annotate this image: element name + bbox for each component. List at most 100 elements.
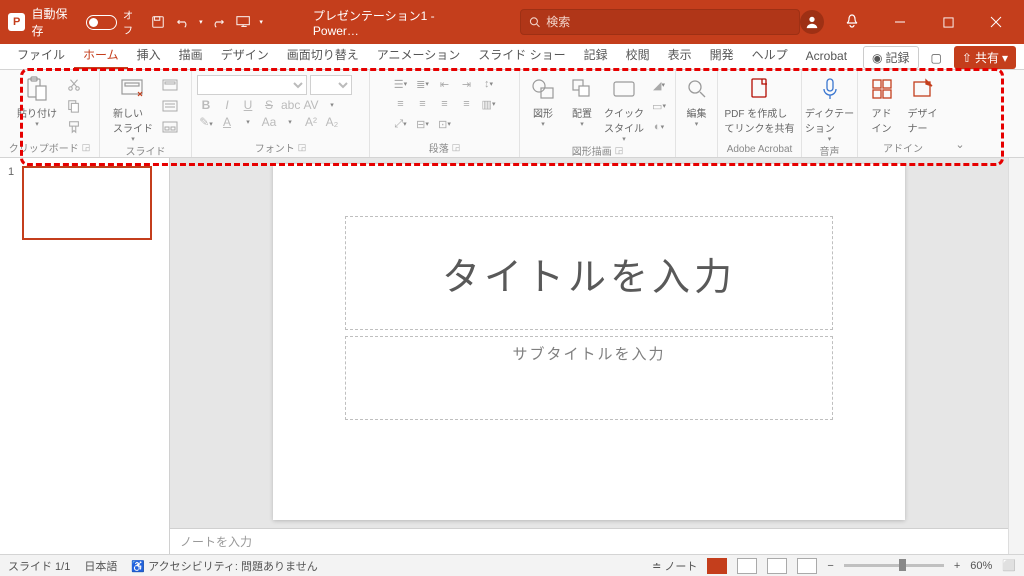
record-button[interactable]: ◉ 記録 — [863, 46, 919, 69]
menu-slideshow[interactable]: スライド ショー — [469, 42, 574, 69]
menu-file[interactable]: ファイル — [8, 42, 74, 69]
font-size-select[interactable] — [310, 75, 352, 95]
section-button[interactable] — [159, 117, 181, 137]
numbering-button[interactable]: ≣▾ — [413, 75, 433, 93]
quick-styles-button[interactable]: クイック スタイル▾ — [603, 75, 645, 143]
close-button[interactable] — [976, 0, 1016, 44]
font-color-button[interactable]: ✎▾ — [197, 115, 215, 129]
zoom-out-button[interactable]: − — [827, 560, 833, 572]
align-right-button[interactable]: ≡ — [435, 95, 455, 113]
indent-inc-button[interactable]: ⇥ — [457, 75, 477, 93]
save-icon[interactable] — [148, 12, 167, 32]
normal-view-button[interactable] — [707, 558, 727, 574]
title-placeholder[interactable]: タイトルを入力 — [345, 216, 833, 330]
bold-button[interactable]: B — [197, 98, 215, 112]
cut-button[interactable] — [63, 75, 85, 95]
menu-record[interactable]: 記録 — [575, 42, 617, 69]
reset-button[interactable] — [159, 96, 181, 116]
menu-review[interactable]: 校閲 — [617, 42, 659, 69]
shape-outline-button[interactable]: ▭▾ — [648, 96, 670, 116]
align-text-button[interactable]: ⊟▾ — [413, 115, 433, 133]
arrange-button[interactable]: 配置▾ — [564, 75, 600, 128]
grow-font-button[interactable]: A² — [302, 115, 320, 129]
thumbnail-item[interactable]: 1 — [8, 166, 161, 240]
present-button[interactable]: ▢ — [923, 46, 950, 69]
redo-icon[interactable] — [209, 12, 228, 32]
designer-button[interactable]: デザイ ナー — [903, 75, 943, 135]
menu-transitions[interactable]: 画面切り替え — [278, 42, 368, 69]
italic-button[interactable]: I — [218, 98, 236, 112]
zoom-slider[interactable] — [844, 564, 944, 567]
slideshow-view-button[interactable] — [797, 558, 817, 574]
subtitle-placeholder[interactable]: サブタイトルを入力 — [345, 336, 833, 420]
layout-button[interactable] — [159, 75, 181, 95]
language-status[interactable]: 日本語 — [84, 558, 117, 574]
menu-acrobat[interactable]: Acrobat — [797, 45, 856, 69]
change-case-button[interactable]: Aa — [260, 115, 278, 129]
search-input[interactable] — [546, 15, 791, 29]
paste-button[interactable]: 貼り付け▾ — [14, 75, 60, 128]
create-pdf-button[interactable]: PDF を作成し てリンクを共有 — [722, 75, 798, 135]
justify-button[interactable]: ≡ — [457, 95, 477, 113]
addins-button[interactable]: アド イン — [864, 75, 900, 135]
canvas-scroll[interactable]: タイトルを入力 サブタイトルを入力 — [170, 158, 1008, 528]
strike-button[interactable]: S — [260, 98, 278, 112]
menu-home[interactable]: ホーム — [74, 42, 128, 69]
font-launcher-icon[interactable]: ◲ — [298, 142, 307, 153]
share-button[interactable]: ⇧ 共有 ▾ — [954, 46, 1016, 69]
highlight-button[interactable]: A — [218, 115, 236, 129]
copy-button[interactable] — [63, 96, 85, 116]
align-left-button[interactable]: ≡ — [391, 95, 411, 113]
coming-soon-icon[interactable] — [832, 0, 872, 44]
notes-toggle[interactable]: ≐ ノート — [652, 558, 697, 574]
columns-button[interactable]: ▥▾ — [479, 95, 499, 113]
fit-to-window-button[interactable]: ⬜ — [1002, 559, 1016, 572]
thumbnail-preview[interactable] — [22, 166, 152, 240]
underline-button[interactable]: U — [239, 98, 257, 112]
menu-help[interactable]: ヘルプ — [743, 42, 797, 69]
menu-developer[interactable]: 開発 — [701, 42, 743, 69]
reading-view-button[interactable] — [767, 558, 787, 574]
menu-insert[interactable]: 挿入 — [128, 42, 170, 69]
menu-design[interactable]: デザイン — [212, 42, 278, 69]
paragraph-launcher-icon[interactable]: ◲ — [452, 142, 461, 153]
text-direction-button[interactable]: ⤢▾ — [391, 115, 411, 133]
shrink-font-button[interactable]: A₂ — [323, 115, 341, 129]
indent-dec-button[interactable]: ⇤ — [435, 75, 455, 93]
minimize-button[interactable] — [880, 0, 920, 44]
autosave-toggle[interactable] — [86, 15, 117, 30]
shapes-button[interactable]: 図形▾ — [525, 75, 561, 128]
sorter-view-button[interactable] — [737, 558, 757, 574]
format-painter-button[interactable] — [63, 117, 85, 137]
qa-customize-icon[interactable]: ▾ — [259, 18, 263, 26]
slide-canvas[interactable]: タイトルを入力 サブタイトルを入力 — [273, 164, 905, 520]
menu-view[interactable]: 表示 — [659, 42, 701, 69]
clipboard-launcher-icon[interactable]: ◲ — [82, 142, 91, 153]
ribbon-collapse-button[interactable]: ⌄ — [948, 70, 972, 157]
menu-draw[interactable]: 描画 — [170, 42, 212, 69]
dictate-button[interactable]: ディクテー ション▾ — [806, 75, 854, 143]
menu-animations[interactable]: アニメーション — [368, 42, 470, 69]
zoom-in-button[interactable]: + — [954, 560, 960, 572]
undo-icon[interactable] — [174, 12, 193, 32]
vertical-scrollbar[interactable] — [1008, 158, 1024, 554]
shape-effects-button[interactable]: ◐▾ — [648, 117, 670, 137]
font-family-select[interactable] — [197, 75, 307, 95]
shadow-button[interactable]: abc — [281, 98, 299, 112]
account-avatar[interactable] — [800, 10, 824, 34]
spacing-button[interactable]: AV — [302, 98, 320, 112]
notes-panel[interactable]: ノートを入力 — [170, 528, 1008, 554]
line-spacing-button[interactable]: ↕▾ — [479, 75, 499, 93]
search-box[interactable] — [520, 9, 800, 35]
editing-button[interactable]: 編集▾ — [680, 75, 714, 128]
convert-smartart-button[interactable]: ⊡▾ — [435, 115, 455, 133]
maximize-button[interactable] — [928, 0, 968, 44]
bullets-button[interactable]: ☰▾ — [391, 75, 411, 93]
new-slide-button[interactable]: 新しい スライド▾ — [110, 75, 156, 143]
start-from-beginning-icon[interactable] — [234, 12, 253, 32]
accessibility-status[interactable]: ♿ アクセシビリティ: 問題ありません — [131, 558, 317, 574]
drawing-launcher-icon[interactable]: ◲ — [615, 145, 624, 156]
undo-dropdown-icon[interactable]: ▾ — [199, 18, 203, 26]
shape-fill-button[interactable]: ◢▾ — [648, 75, 670, 95]
align-center-button[interactable]: ≡ — [413, 95, 433, 113]
